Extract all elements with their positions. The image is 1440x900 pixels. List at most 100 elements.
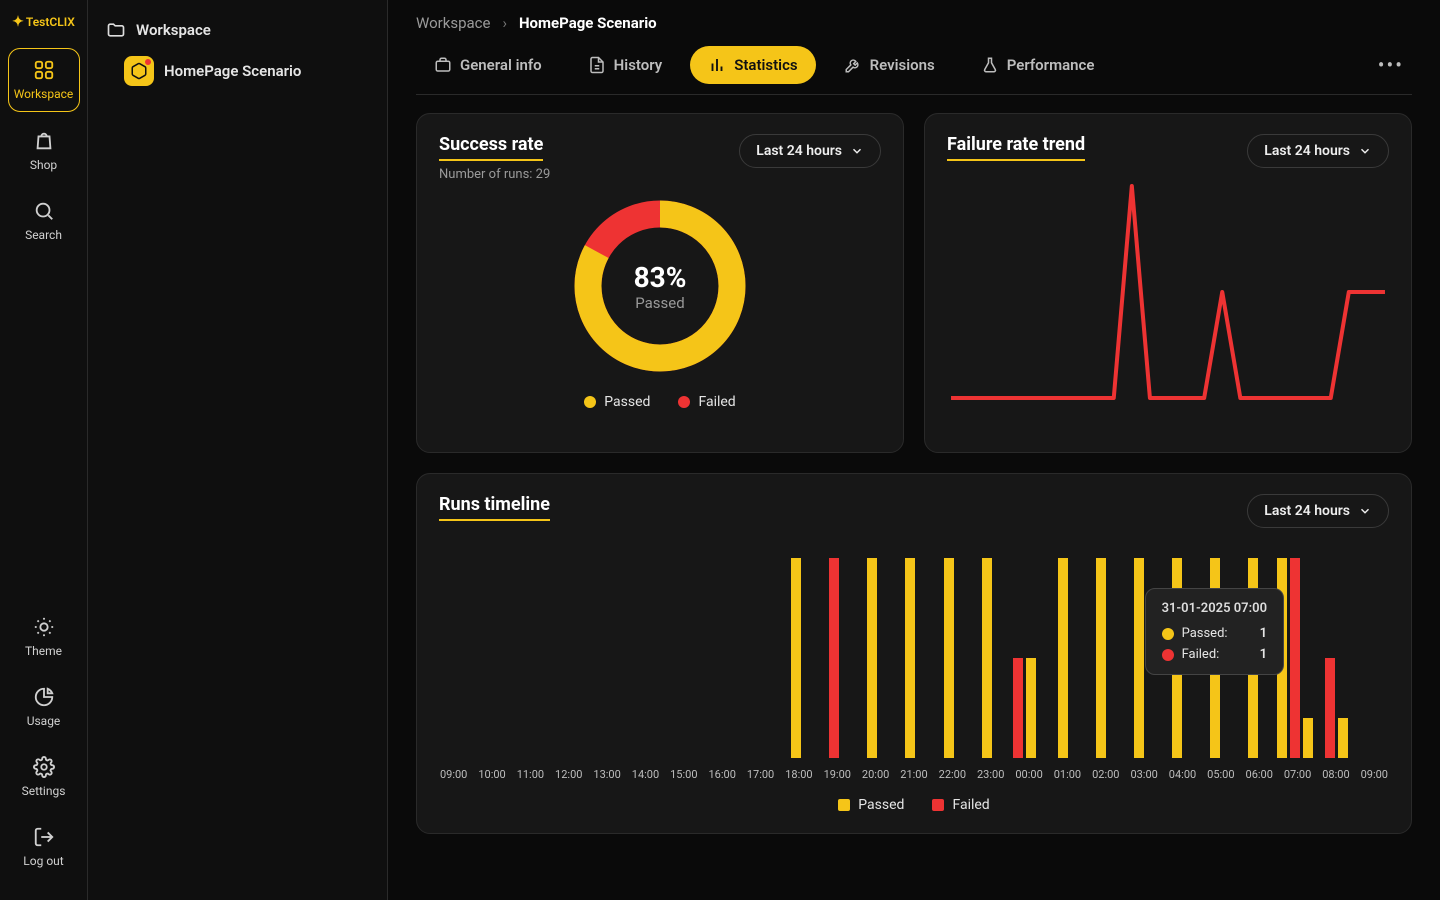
time-range-selector[interactable]: Last 24 hours [1247,134,1389,168]
nav-logout[interactable]: Log out [8,816,80,878]
card-title: Failure rate trend [947,134,1085,161]
x-tick: 15:00 [669,768,698,781]
bar-passed[interactable] [1026,658,1036,758]
briefcase-icon [434,56,452,74]
x-tick: 11:00 [516,768,545,781]
tab-history[interactable]: History [570,46,681,84]
chevron-down-icon [1358,504,1372,518]
document-icon [588,56,606,74]
bar-passed[interactable] [1096,558,1106,758]
time-range-selector[interactable]: Last 24 hours [1247,494,1389,528]
bar-passed[interactable] [1338,718,1348,758]
legend-label: Failed [698,394,735,410]
bar-passed[interactable] [905,558,915,758]
chart-legend: Passed Failed [439,797,1389,813]
x-tick: 22:00 [938,768,967,781]
folder-icon [106,20,126,40]
legend-dot-icon [584,396,596,408]
legend-dot-icon [678,396,690,408]
chevron-down-icon [850,144,864,158]
donut-percentage: 83% [634,261,687,294]
nav-search[interactable]: Search [8,190,80,252]
bar-failed[interactable] [1290,558,1300,758]
card-subtitle: Number of runs: 29 [439,167,550,182]
bar-slot [1322,558,1351,758]
nav-shop[interactable]: Shop [8,120,80,182]
legend-label: Passed [858,797,904,813]
bar-slot [782,558,811,758]
time-range-selector[interactable]: Last 24 hours [739,134,881,168]
scenario-icon [124,56,154,86]
donut-chart: 83% Passed [570,196,750,376]
nav-label: Shop [30,158,57,172]
tree-root-label: Workspace [136,21,211,39]
x-tick: 01:00 [1053,768,1082,781]
bar-slot [439,558,468,758]
sidebar-primary: ✦ TestCLIX Workspace Shop Search Theme U… [0,0,88,900]
bar-passed[interactable] [944,558,954,758]
x-tick: 10:00 [477,768,506,781]
bar-slot [629,558,658,758]
nav-usage[interactable]: Usage [8,676,80,738]
legend-square-icon [838,799,850,811]
sun-icon [33,616,55,638]
tab-performance[interactable]: Performance [963,46,1113,84]
sidebar-tree: Workspace HomePage Scenario [88,0,388,900]
wrench-icon [844,56,862,74]
logout-icon [33,826,55,848]
legend-label: Passed [604,394,650,410]
x-tick: 16:00 [708,768,737,781]
tab-label: History [614,56,663,74]
tab-general-info[interactable]: General info [416,46,560,84]
tree-scenario-label: HomePage Scenario [164,62,301,80]
tree-scenario[interactable]: HomePage Scenario [118,50,375,92]
legend-dot-icon [1162,628,1174,640]
bar-passed[interactable] [1058,558,1068,758]
nav-settings[interactable]: Settings [8,746,80,808]
bar-passed[interactable] [867,558,877,758]
range-label: Last 24 hours [756,143,842,159]
tab-label: Performance [1007,56,1095,74]
card-success-rate: Success rate Number of runs: 29 Last 24 … [416,113,904,453]
bar-slot [858,558,887,758]
nav-theme[interactable]: Theme [8,606,80,668]
chevron-right-icon: › [502,14,507,32]
bar-slot [1086,558,1115,758]
x-tick: 17:00 [746,768,775,781]
bar-slot [515,558,544,758]
breadcrumb-parent[interactable]: Workspace [416,14,490,32]
bar-failed[interactable] [1325,658,1335,758]
tabs: General info History Statistics Revision… [416,46,1412,95]
legend-passed: Passed [584,394,650,410]
pie-icon [33,686,55,708]
x-tick: 03:00 [1129,768,1158,781]
bar-passed[interactable] [1303,718,1313,758]
bar-passed[interactable] [982,558,992,758]
x-tick: 21:00 [899,768,928,781]
bar-slot [591,558,620,758]
bar-chart-icon [708,56,726,74]
tab-revisions[interactable]: Revisions [826,46,953,84]
x-tick: 14:00 [631,768,660,781]
main-content: Workspace › HomePage Scenario General in… [388,0,1440,900]
x-tick: 20:00 [861,768,890,781]
bar-slot [667,558,696,758]
bar-failed[interactable] [1013,658,1023,758]
x-tick: 23:00 [976,768,1005,781]
tree-root[interactable]: Workspace [100,14,375,46]
x-tick: 13:00 [592,768,621,781]
bar-slot [1048,558,1077,758]
tooltip-passed-label: Passed: [1182,626,1228,641]
bar-passed[interactable] [1134,558,1144,758]
nav-workspace[interactable]: Workspace [8,48,80,112]
bar-passed[interactable] [791,558,801,758]
bar-slot [1360,558,1389,758]
bar-chart: 31-01-2025 07:00 Passed: 1 Failed: 1 [439,558,1389,758]
x-tick: 07:00 [1283,768,1312,781]
tab-statistics[interactable]: Statistics [690,46,815,84]
card-runs-timeline: Runs timeline Last 24 hours 31-01-2025 0… [416,473,1412,834]
more-menu-button[interactable]: ••• [1370,47,1412,83]
grid-icon [33,59,55,81]
flask-icon [981,56,999,74]
bar-failed[interactable] [829,558,839,758]
